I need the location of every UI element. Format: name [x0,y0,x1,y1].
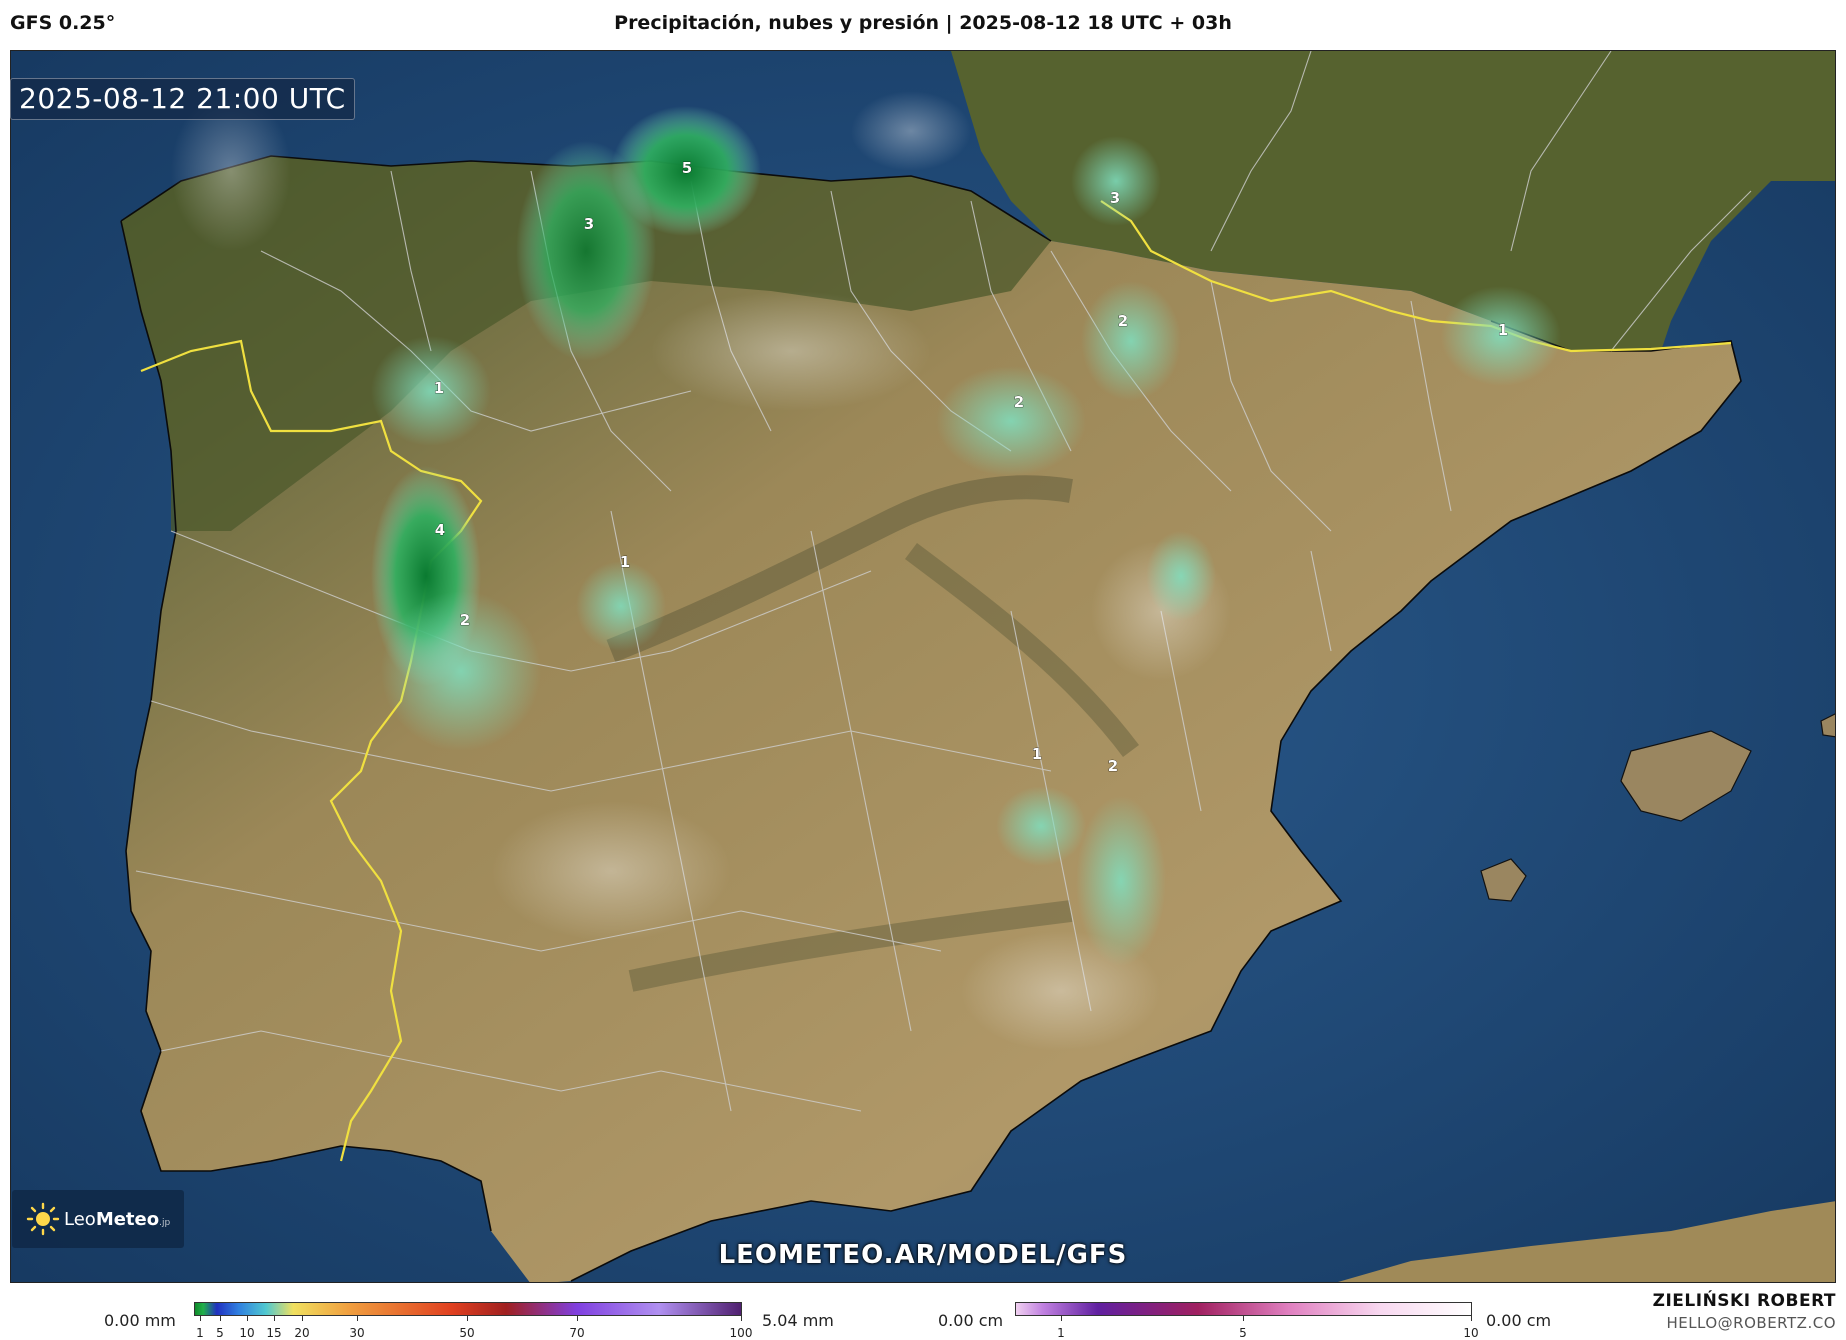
precip-min-label: 0.00 mm [104,1311,176,1330]
snow-tick: 10 [1463,1326,1479,1340]
precip-colorbar [194,1302,742,1316]
snow-tick: 1 [1057,1326,1065,1340]
rain-label: 5 [682,159,692,177]
precip-tick: 30 [349,1326,365,1340]
precip-tick: 20 [294,1326,310,1340]
rain-label: 2 [1118,312,1128,330]
rain-label: 1 [1498,321,1508,339]
header-bar: GFS 0.25° Precipitación, nubes y presión… [0,0,1846,50]
rain-label: 4 [435,521,445,539]
rain-label: 2 [1108,757,1118,775]
rain-label: 2 [1014,393,1024,411]
precip-tick: 5 [216,1326,224,1340]
map-canvas[interactable]: 5 3 3 2 2 1 1 4 1 2 1 2 [11,51,1836,1283]
rain-label: 1 [1032,745,1042,763]
snow-tick: 5 [1239,1326,1247,1340]
rain-label: 2 [460,611,470,629]
map-frame[interactable]: 5 3 3 2 2 1 1 4 1 2 1 2 [10,50,1836,1283]
logo-text: LeoMeteo.jp [64,1208,171,1230]
rain-label: 3 [1110,189,1120,207]
source-url[interactable]: LEOMETEO.AR/MODEL/GFS [0,1240,1846,1270]
valid-time-badge: 2025-08-12 21:00 UTC [10,78,355,120]
precip-tick: 10 [239,1326,255,1340]
snow-max-label: 0.00 cm [1486,1311,1552,1330]
precip-max-label: 5.04 mm [762,1311,834,1330]
precip-tick: 15 [266,1326,282,1340]
map-title: Precipitación, nubes y presión | 2025-08… [614,12,1232,34]
rain-label: 3 [584,215,594,233]
author-email[interactable]: HELLO@ROBERTZ.CO [1666,1314,1836,1332]
precip-tick: 100 [729,1326,753,1340]
snow-colorbar [1015,1302,1472,1316]
precip-tick: 1 [196,1326,204,1340]
rain-label: 1 [620,553,630,571]
sun-icon [26,1202,60,1236]
rain-label: 1 [434,379,444,397]
precip-tick: 50 [459,1326,475,1340]
author-name: ZIELIŃSKI ROBERT [1652,1291,1836,1311]
precip-tick: 70 [569,1326,585,1340]
snow-min-label: 0.00 cm [938,1311,1004,1330]
